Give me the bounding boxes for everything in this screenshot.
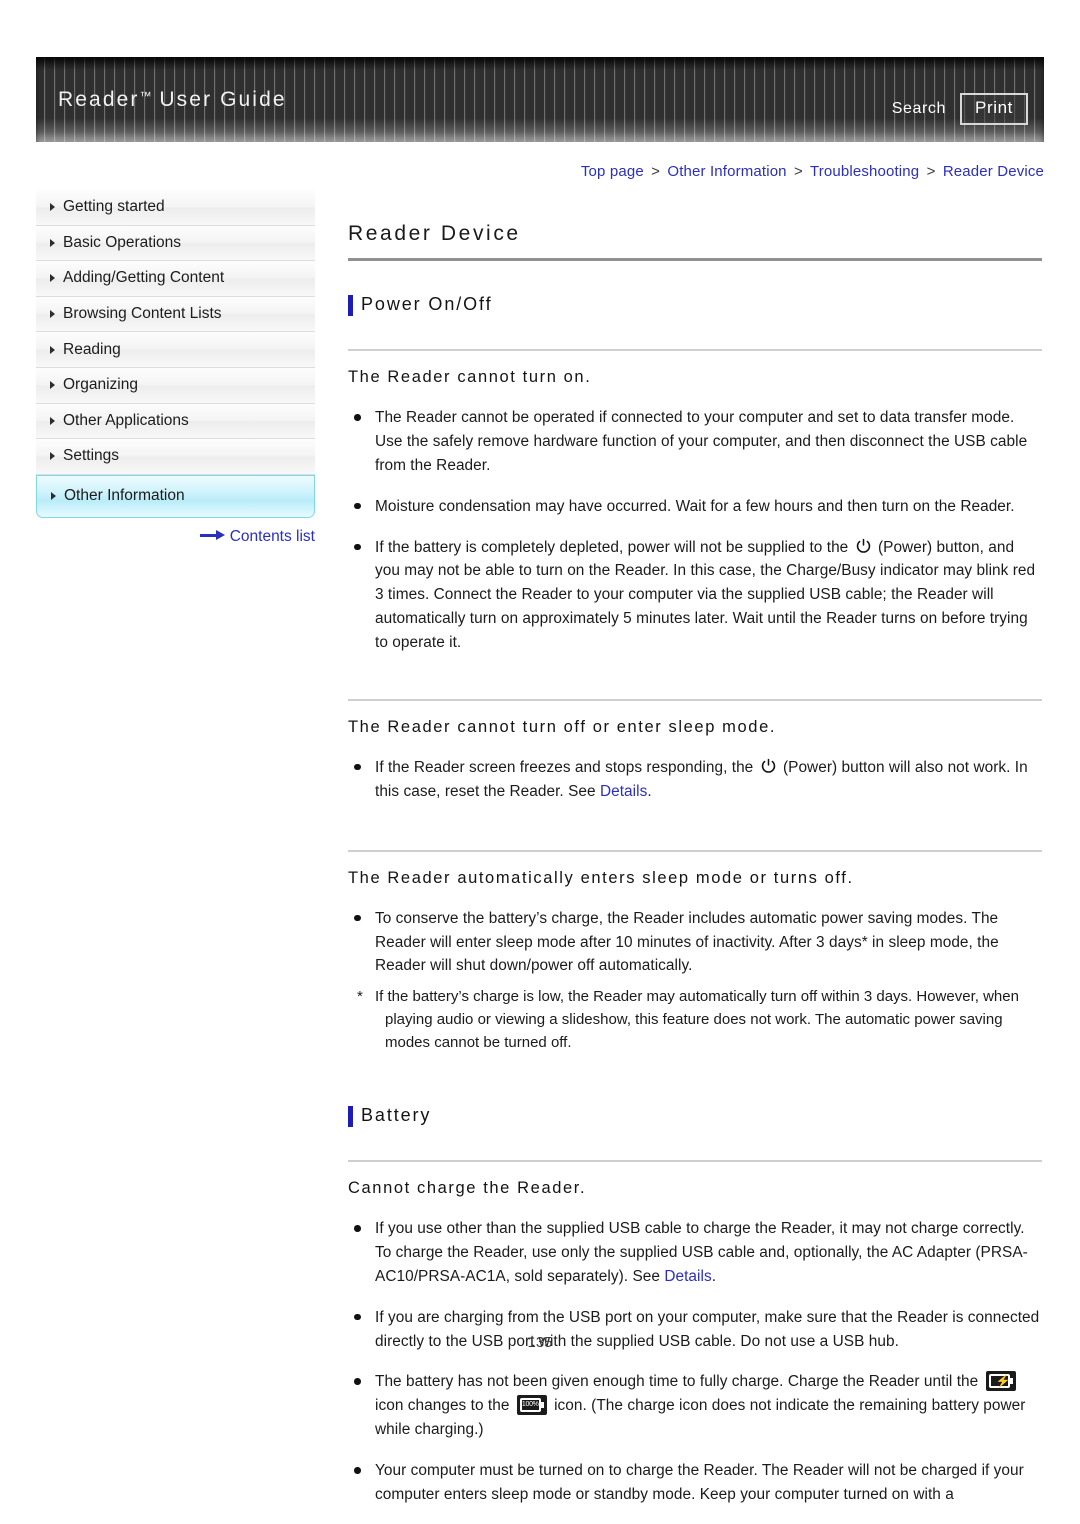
chevron-right-icon xyxy=(50,203,55,212)
header-top-shadow xyxy=(36,57,1044,71)
arrow-right-icon xyxy=(199,530,226,540)
subsection-heading-cannot-charge: Cannot charge the Reader. xyxy=(348,1160,1042,1198)
breadcrumb: Top page > Other Information > Troublesh… xyxy=(581,163,1044,180)
power-icon xyxy=(855,538,872,555)
page-title: Reader Device xyxy=(348,222,1042,261)
battery-percent-label: 100% xyxy=(521,1401,539,1409)
sidebar-item-adding-getting-content[interactable]: Adding/Getting Content xyxy=(36,261,315,297)
breadcrumb-item-reader-device[interactable]: Reader Device xyxy=(943,163,1044,180)
print-button[interactable]: Print xyxy=(960,93,1028,125)
sidebar-item-settings[interactable]: Settings xyxy=(36,439,315,475)
sidebar-item-browsing-content-lists[interactable]: Browsing Content Lists xyxy=(36,296,315,333)
breadcrumb-item-troubleshooting[interactable]: Troubleshooting xyxy=(810,163,919,180)
chevron-right-icon xyxy=(50,274,55,283)
list-item-text-pre: The battery has not been given enough ti… xyxy=(375,1373,983,1391)
brand-suffix: User Guide xyxy=(151,88,287,111)
search-link[interactable]: Search xyxy=(892,100,946,118)
list-item: The battery has not been given enough ti… xyxy=(348,1370,1042,1442)
sidebar-item-label: Organizing xyxy=(63,376,138,394)
battery-full-icon: 100% xyxy=(516,1395,547,1416)
page-title-branding: Reader™ User Guide xyxy=(58,88,287,112)
list-item: If the battery is completely depleted, p… xyxy=(348,536,1042,655)
footnote-power-saving: * If the battery’s charge is low, the Rea… xyxy=(348,986,1042,1055)
list-item-text-pre: If the battery is completely depleted, p… xyxy=(375,538,853,556)
bullet-list-cannot-turn-off: If the Reader screen freezes and stops r… xyxy=(348,756,1042,804)
section-heading-power-on-off: Power On/Off xyxy=(348,294,1042,316)
list-item: If you use other than the supplied USB c… xyxy=(348,1217,1042,1289)
main-content: Reader Device Power On/Off The Reader ca… xyxy=(348,222,1042,1524)
sidebar-item-label: Getting started xyxy=(63,198,165,216)
brand-name: Reader xyxy=(58,88,140,111)
subsection-heading-cannot-turn-on: The Reader cannot turn on. xyxy=(348,349,1042,387)
list-item: Your computer must be turned on to charg… xyxy=(348,1459,1042,1507)
list-item-text-mid: icon changes to the xyxy=(375,1397,514,1415)
list-item-text-post: . xyxy=(711,1267,717,1285)
details-link[interactable]: Details xyxy=(600,783,647,800)
power-icon xyxy=(760,758,777,775)
sidebar-item-organizing[interactable]: Organizing xyxy=(36,367,315,404)
breadcrumb-separator: > xyxy=(651,163,661,180)
sidebar-item-reading[interactable]: Reading xyxy=(36,332,315,368)
breadcrumb-item-top-page[interactable]: Top page xyxy=(581,163,644,180)
list-item: Moisture condensation may have occurred.… xyxy=(348,495,1042,519)
sidebar-item-label: Reading xyxy=(63,340,121,358)
subsection-heading-cannot-turn-off: The Reader cannot turn off or enter slee… xyxy=(348,698,1042,737)
list-item-text-pre: If the Reader screen freezes and stops r… xyxy=(375,758,758,776)
sidebar-item-getting-started[interactable]: Getting started xyxy=(36,190,315,226)
sidebar-item-label: Other Applications xyxy=(63,411,189,429)
details-link[interactable]: Details xyxy=(664,1268,711,1285)
footnote-marker: * xyxy=(357,988,363,1006)
sidebar-nav: Getting started Basic Operations Adding/… xyxy=(36,190,315,518)
chevron-right-icon xyxy=(50,310,55,319)
sidebar-item-label: Browsing Content Lists xyxy=(63,305,222,323)
footnote-line-1: If the battery’s charge is low, the Read… xyxy=(375,988,1019,1006)
sidebar-item-label: Basic Operations xyxy=(63,233,182,251)
sidebar-item-label: Other Information xyxy=(64,487,185,505)
list-item-text-post: . xyxy=(647,782,652,800)
breadcrumb-separator: > xyxy=(926,163,936,180)
chevron-right-icon xyxy=(50,238,55,247)
lightning-bolt-glyph: ⚡ xyxy=(995,1374,1011,1389)
footnote-line-2: playing audio or viewing a slideshow, th… xyxy=(385,1011,1003,1052)
sidebar-item-label: Settings xyxy=(63,447,120,465)
list-item: If the Reader screen freezes and stops r… xyxy=(348,756,1042,804)
app-header: Reader™ User Guide Search Print xyxy=(36,57,1044,142)
bullet-list-cannot-turn-on: The Reader cannot be operated if connect… xyxy=(348,406,1042,655)
chevron-right-icon xyxy=(50,452,55,461)
page-number: 135 xyxy=(527,1334,553,1351)
chevron-right-icon xyxy=(50,416,55,425)
battery-charging-icon: ⚡ xyxy=(985,1371,1016,1392)
contents-list-label: Contents list xyxy=(229,528,315,545)
bullet-list-auto-sleep: To conserve the battery’s charge, the Re… xyxy=(348,907,1042,979)
list-item: To conserve the battery’s charge, the Re… xyxy=(348,907,1042,979)
breadcrumb-separator: > xyxy=(794,163,803,180)
sidebar-item-basic-operations[interactable]: Basic Operations xyxy=(36,225,315,262)
chevron-right-icon xyxy=(50,381,55,390)
chevron-right-icon xyxy=(50,345,55,354)
sidebar-item-label: Adding/Getting Content xyxy=(63,269,225,287)
header-actions: Search Print xyxy=(892,93,1028,125)
bullet-list-cannot-charge: If you use other than the supplied USB c… xyxy=(348,1217,1042,1507)
sidebar-item-other-applications[interactable]: Other Applications xyxy=(36,403,315,440)
list-item: The Reader cannot be operated if connect… xyxy=(348,406,1042,478)
subsection-heading-auto-sleep: The Reader automatically enters sleep mo… xyxy=(348,849,1042,888)
battery-terminal xyxy=(540,1402,544,1409)
contents-list-link[interactable]: Contents list xyxy=(36,528,315,546)
trademark-symbol: ™ xyxy=(139,89,152,103)
chevron-right-icon xyxy=(51,492,56,501)
section-heading-battery: Battery xyxy=(348,1105,1042,1128)
sidebar-item-other-information[interactable]: Other Information xyxy=(36,474,315,518)
breadcrumb-item-other-information[interactable]: Other Information xyxy=(667,163,786,180)
